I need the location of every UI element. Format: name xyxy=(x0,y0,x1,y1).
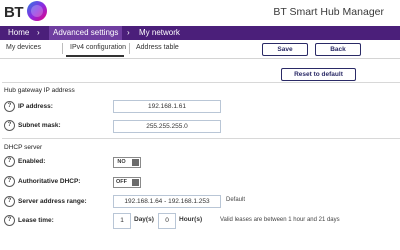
header: BT BT Smart Hub Manager xyxy=(0,0,400,26)
ip-address-label: IP address: xyxy=(18,103,53,111)
tab-ipv4-configuration[interactable]: IPv4 configuration xyxy=(70,44,126,51)
bt-logo-text: BT xyxy=(4,4,24,21)
save-button[interactable]: Save xyxy=(262,43,308,56)
server-address-range-input[interactable]: 192.168.1.64 - 192.168.1.253 xyxy=(113,195,221,208)
ip-address-input[interactable]: 192.168.1.61 xyxy=(113,100,221,113)
lease-time-label: Lease time: xyxy=(18,217,54,225)
help-icon[interactable]: ? xyxy=(4,196,15,207)
tab-my-devices[interactable]: My devices xyxy=(6,44,41,51)
divider xyxy=(2,82,400,83)
subnet-mask-input[interactable]: 255.255.255.0 xyxy=(113,120,221,133)
dhcp-section-heading: DHCP server xyxy=(4,144,43,151)
help-icon[interactable]: ? xyxy=(4,156,15,167)
authoritative-dhcp-label: Authoritative DHCP: xyxy=(18,178,81,186)
server-address-range-row-label: ? Server address range: xyxy=(4,196,87,208)
dhcp-enabled-toggle-value: NO xyxy=(117,159,126,165)
subnet-mask-row-label: ? Subnet mask: xyxy=(4,120,61,132)
gateway-section-heading: Hub gateway IP address xyxy=(4,87,75,94)
tab-divider xyxy=(62,43,63,54)
breadcrumb: Home › Advanced settings › My network xyxy=(0,26,400,40)
active-tab-indicator xyxy=(66,55,124,57)
help-icon[interactable]: ? xyxy=(4,101,15,112)
chevron-right-icon: › xyxy=(37,28,40,37)
authoritative-dhcp-toggle-value: OFF xyxy=(116,179,127,185)
app-title: BT Smart Hub Manager xyxy=(273,6,384,18)
tab-divider xyxy=(129,43,130,54)
reset-to-default-button[interactable]: Reset to default xyxy=(281,68,356,81)
breadcrumb-home[interactable]: Home xyxy=(8,26,29,40)
back-button[interactable]: Back xyxy=(315,43,361,56)
tab-address-table[interactable]: Address table xyxy=(136,44,179,51)
help-icon[interactable]: ? xyxy=(4,215,15,226)
bt-globe-icon xyxy=(27,1,47,21)
authoritative-dhcp-toggle[interactable]: OFF xyxy=(113,177,141,188)
divider xyxy=(2,138,400,139)
server-address-range-label: Server address range: xyxy=(18,198,87,206)
lease-time-row-label: ? Lease time: xyxy=(4,215,54,227)
lease-days-input[interactable]: 1 xyxy=(113,213,131,229)
breadcrumb-advanced-settings[interactable]: Advanced settings xyxy=(49,26,123,40)
breadcrumb-my-network[interactable]: My network xyxy=(139,26,180,40)
subnet-mask-label: Subnet mask: xyxy=(18,122,61,130)
bt-logo: BT xyxy=(4,1,64,23)
lease-hours-input[interactable]: 0 xyxy=(158,213,176,229)
dhcp-enabled-label: Enabled: xyxy=(18,158,46,166)
authoritative-dhcp-row-label: ? Authoritative DHCP: xyxy=(4,176,80,188)
chevron-right-icon: › xyxy=(127,28,130,37)
lease-days-unit: Day(s) xyxy=(134,216,154,223)
range-default-note: Default xyxy=(226,197,246,203)
help-icon[interactable]: ? xyxy=(4,176,15,187)
dhcp-enabled-toggle[interactable]: NO xyxy=(113,157,141,168)
ip-address-row-label: ? IP address: xyxy=(4,101,53,113)
dhcp-enabled-row-label: ? Enabled: xyxy=(4,156,45,168)
lease-time-note: Valid leases are between 1 hour and 21 d… xyxy=(220,217,340,223)
help-icon[interactable]: ? xyxy=(4,120,15,131)
lease-hours-unit: Hour(s) xyxy=(179,216,203,223)
